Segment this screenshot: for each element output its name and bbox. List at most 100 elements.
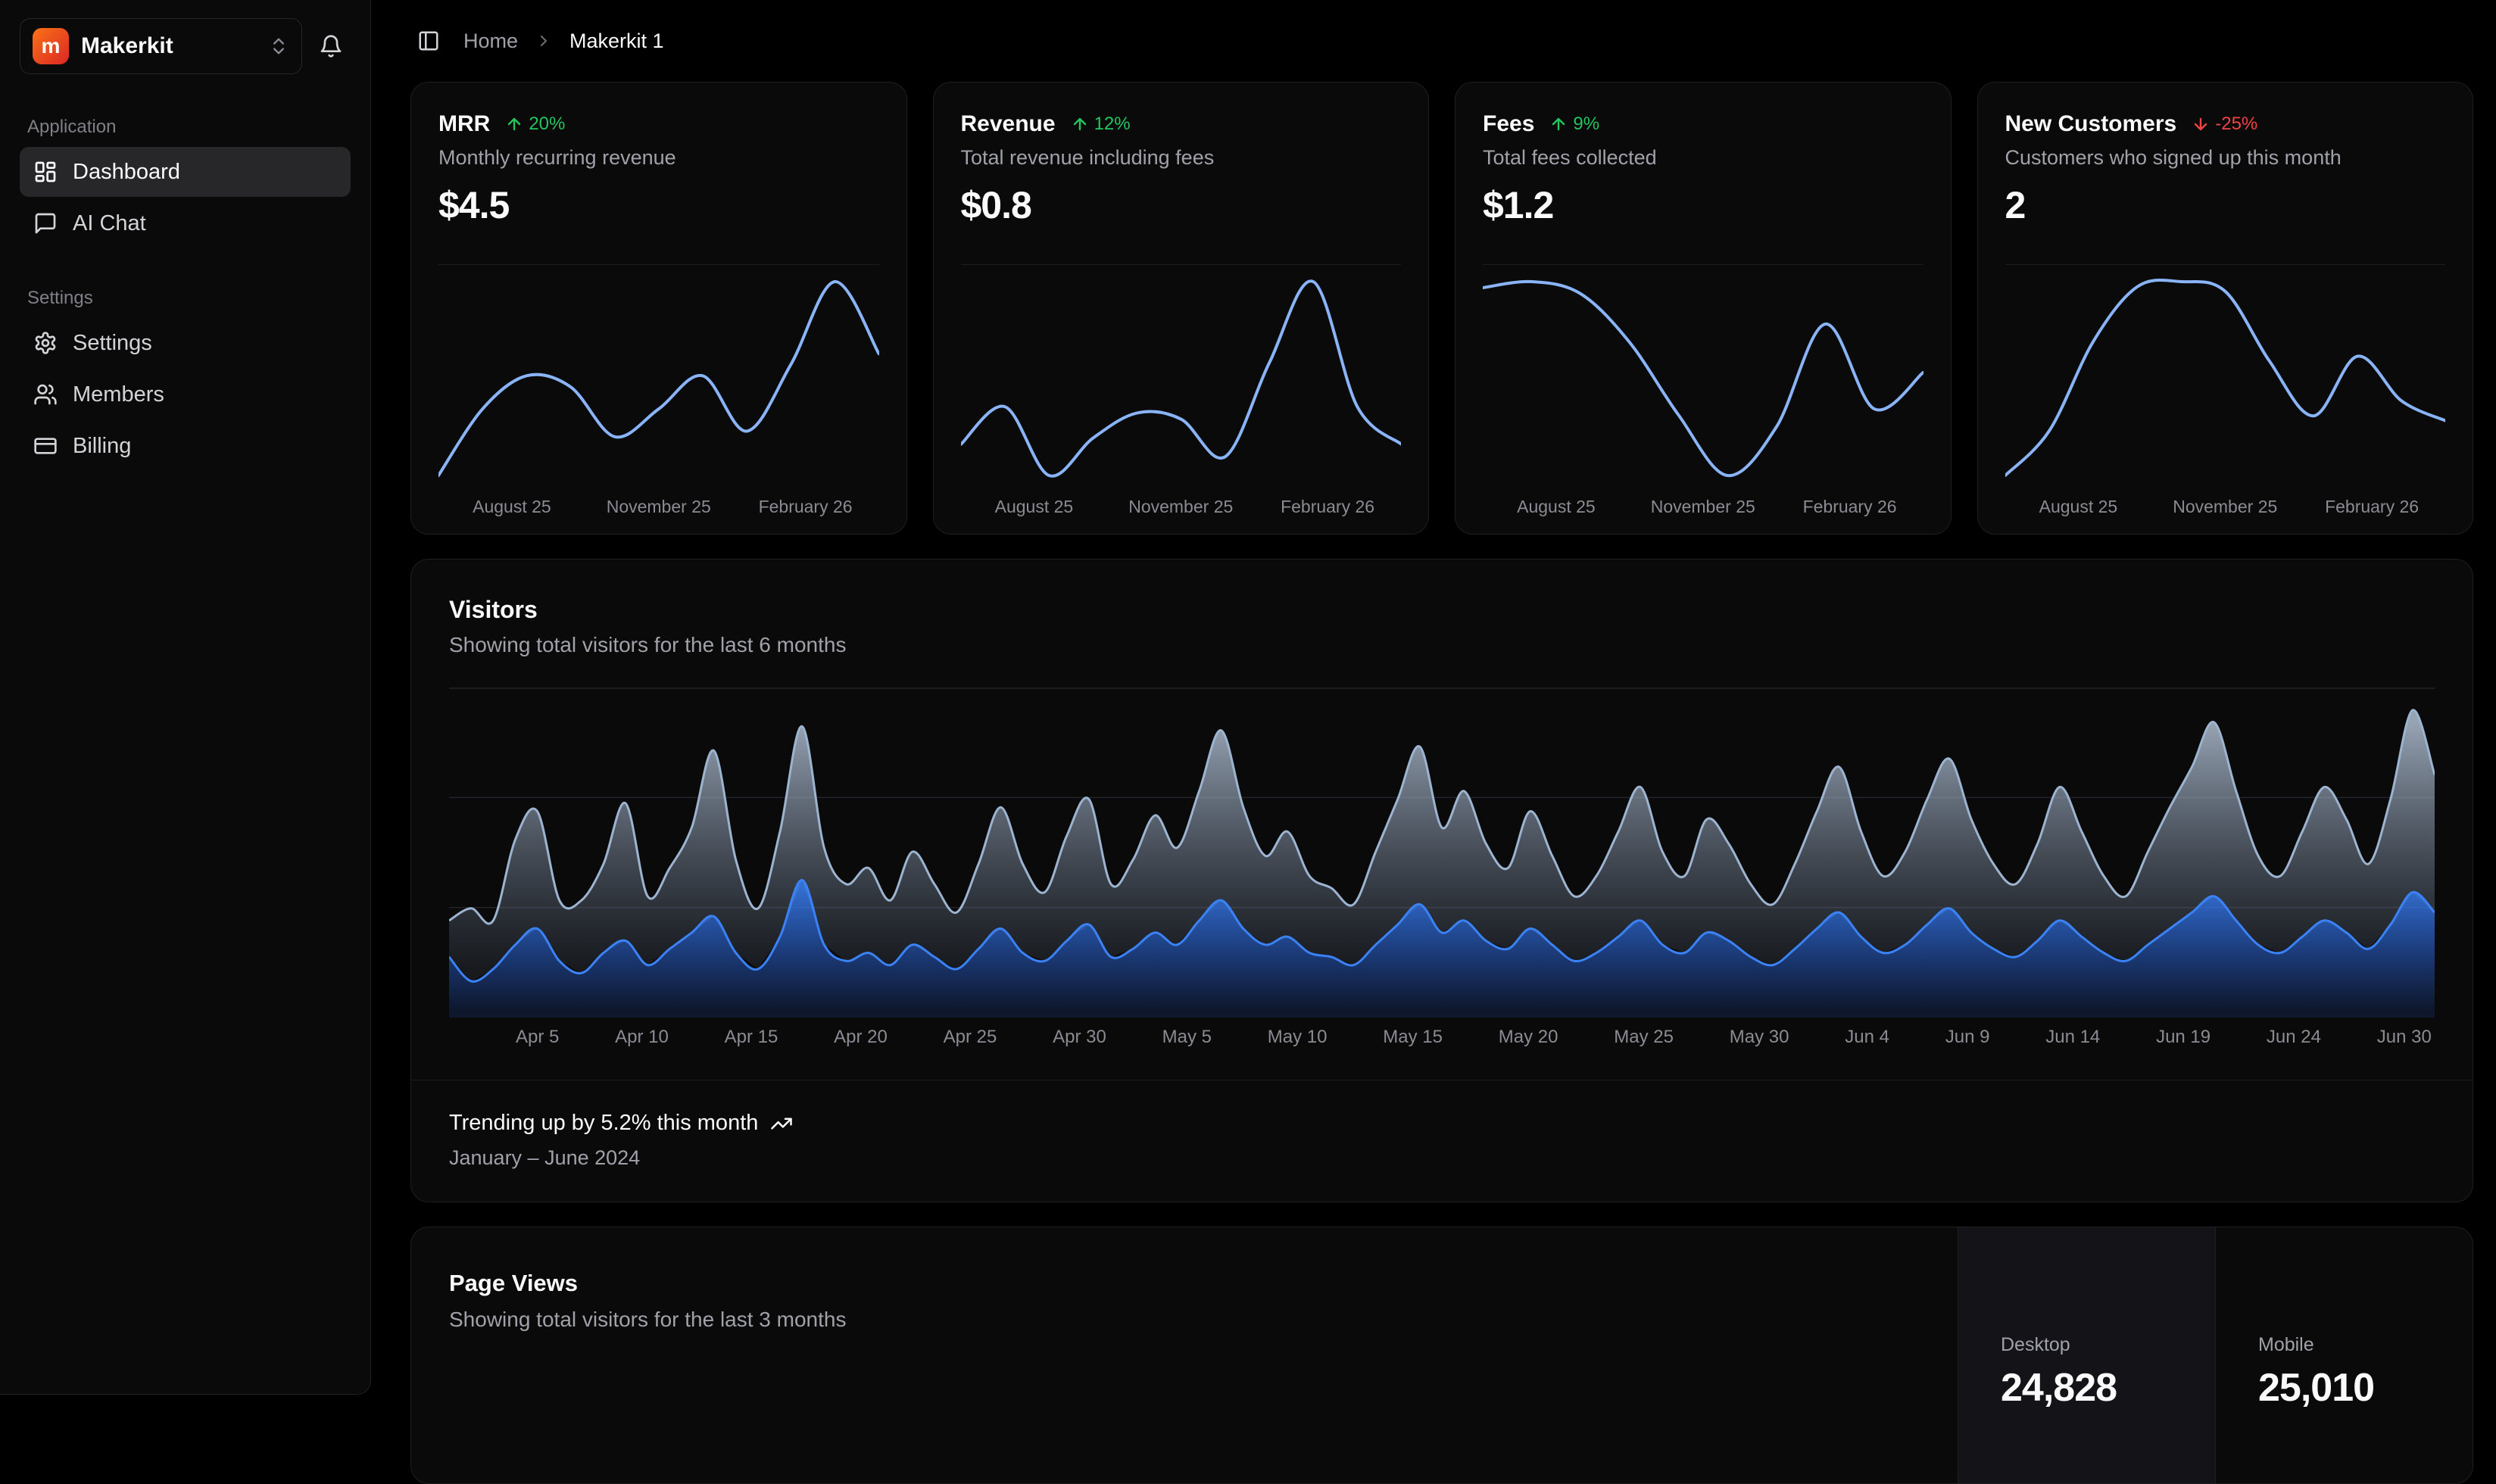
x-axis-label: Jun 14 [2045,1027,2100,1048]
breadcrumb-current: Makerkit 1 [569,30,664,53]
stat-label: Desktop [2001,1334,2215,1356]
trend-badge-value: 9% [1573,114,1599,135]
stat-card-value: $0.8 [961,183,1402,227]
visitors-title: Visitors [449,596,2435,624]
spark-x-label: February 26 [732,497,879,517]
arrow-up-icon [1071,115,1089,133]
sidebar-item-settings[interactable]: Settings [20,318,351,368]
visitors-subtitle: Showing total visitors for the last 6 mo… [449,633,2435,657]
chat-icon [33,211,58,235]
visitors-date-range: January – June 2024 [449,1146,2435,1170]
notifications-button[interactable] [311,26,351,66]
credit-card-icon [33,434,58,458]
org-logo: m [33,28,69,64]
spark-x-label: February 26 [2298,497,2445,517]
page-views-desktop-toggle[interactable]: Desktop 24,828 [1958,1227,2215,1483]
spark-x-label: February 26 [1777,497,1923,517]
sidebar-item-members[interactable]: Members [20,369,351,419]
org-switcher-button[interactable]: m Makerkit [20,18,302,74]
x-axis-label: Apr 30 [1053,1027,1106,1048]
sidebar-item-label: Billing [73,434,131,459]
main-content: Home Makerkit 1 MRR 20% Monthly recurrin… [371,0,2496,1484]
spark-x-label: November 25 [585,497,732,517]
sidebar-item-label: Dashboard [73,160,180,185]
stat-card-subtitle: Monthly recurring revenue [438,146,879,170]
sparkline-x-axis: August 25November 25February 26 [1483,497,1923,517]
x-axis-label: May 20 [1499,1027,1558,1048]
sidebar-item-dashboard[interactable]: Dashboard [20,147,351,197]
chevron-right-icon [535,32,553,50]
x-axis-label: May 10 [1268,1027,1328,1048]
dashboard-icon [33,160,58,184]
visitors-footer: Trending up by 5.2% this month January –… [411,1080,2473,1202]
visitors-card: Visitors Showing total visitors for the … [410,559,2473,1202]
stat-card-value: $4.5 [438,183,879,227]
sparkline-x-axis: August 25November 25February 26 [961,497,1402,517]
trend-badge-value: -25% [2215,114,2257,135]
spark-x-label: August 25 [438,497,585,517]
spark-x-label: August 25 [1483,497,1630,517]
visitors-x-axis: Apr 5Apr 10Apr 15Apr 20Apr 25Apr 30May 5… [411,1018,2473,1058]
sidebar-toggle-button[interactable] [410,23,447,59]
org-name: Makerkit [81,33,256,59]
stat-cards-row: MRR 20% Monthly recurring revenue $4.5 A… [410,82,2473,535]
visitors-trend-text: Trending up by 5.2% this month [449,1111,758,1136]
stat-card-value: 2 [2005,183,2446,227]
x-axis-label: Jun 24 [2267,1027,2321,1048]
breadcrumb-home[interactable]: Home [463,30,518,53]
breadcrumb: Home Makerkit 1 [410,0,2473,82]
x-axis-label: May 5 [1162,1027,1212,1048]
spark-x-label: November 25 [1630,497,1777,517]
sparkline-x-axis: August 25November 25February 26 [438,497,879,517]
panel-left-icon [417,30,440,52]
stat-card-new-customers: New Customers -25% Customers who signed … [1977,82,2474,535]
gear-icon [33,331,58,355]
stat-value: 24,828 [2001,1365,2215,1411]
sidebar-item-label: Members [73,382,164,407]
trend-badge: 20% [505,114,565,135]
sparkline-chart: August 25November 25February 26 [2005,264,2446,517]
x-axis-label: Jun 9 [1945,1027,1990,1048]
x-axis-label: Apr 10 [615,1027,669,1048]
stat-card-subtitle: Total fees collected [1483,146,1923,170]
stat-card-mrr: MRR 20% Monthly recurring revenue $4.5 A… [410,82,907,535]
x-axis-label: May 25 [1614,1027,1674,1048]
spark-x-label: November 25 [2151,497,2298,517]
stat-card-title: Fees [1483,111,1534,137]
page-views-title: Page Views [449,1270,846,1297]
chevrons-up-down-icon [268,36,289,57]
stat-card-title: Revenue [961,111,1056,137]
stat-card-fees: Fees 9% Total fees collected $1.2 August… [1455,82,1952,535]
sidebar-section-settings: Settings [27,288,343,309]
sidebar-section-application: Application [27,117,343,138]
sidebar-item-billing[interactable]: Billing [20,421,351,471]
spark-x-label: February 26 [1254,497,1401,517]
spark-x-label: November 25 [1107,497,1254,517]
sparkline-x-axis: August 25November 25February 26 [2005,497,2446,517]
sidebar-header: m Makerkit [20,18,351,74]
bell-icon [319,34,343,58]
trend-badge-value: 12% [1094,114,1131,135]
arrow-up-icon [1549,115,1568,133]
sparkline-chart: August 25November 25February 26 [1483,264,1923,517]
x-axis-label: Apr 20 [834,1027,888,1048]
stat-label: Mobile [2258,1334,2473,1356]
stat-card-revenue: Revenue 12% Total revenue including fees… [933,82,1430,535]
x-axis-label: May 15 [1383,1027,1443,1048]
trend-badge: -25% [2192,114,2257,135]
sidebar-item-label: Settings [73,331,152,356]
x-axis-label: Jun 4 [1845,1027,1889,1048]
stat-card-subtitle: Customers who signed up this month [2005,146,2446,170]
sidebar-item-ai-chat[interactable]: AI Chat [20,198,351,248]
page-views-mobile-toggle[interactable]: Mobile 25,010 [2215,1227,2473,1483]
trend-badge: 9% [1549,114,1599,135]
stat-card-title: New Customers [2005,111,2177,137]
stat-card-value: $1.2 [1483,183,1923,227]
page-views-toggles: Desktop 24,828 Mobile 25,010 [1958,1227,2473,1483]
stat-card-subtitle: Total revenue including fees [961,146,1402,170]
trend-badge-value: 20% [529,114,565,135]
sidebar-item-label: AI Chat [73,211,146,236]
trend-badge: 12% [1071,114,1131,135]
arrow-down-icon [2192,115,2210,133]
visitors-area-chart [449,687,2435,1018]
